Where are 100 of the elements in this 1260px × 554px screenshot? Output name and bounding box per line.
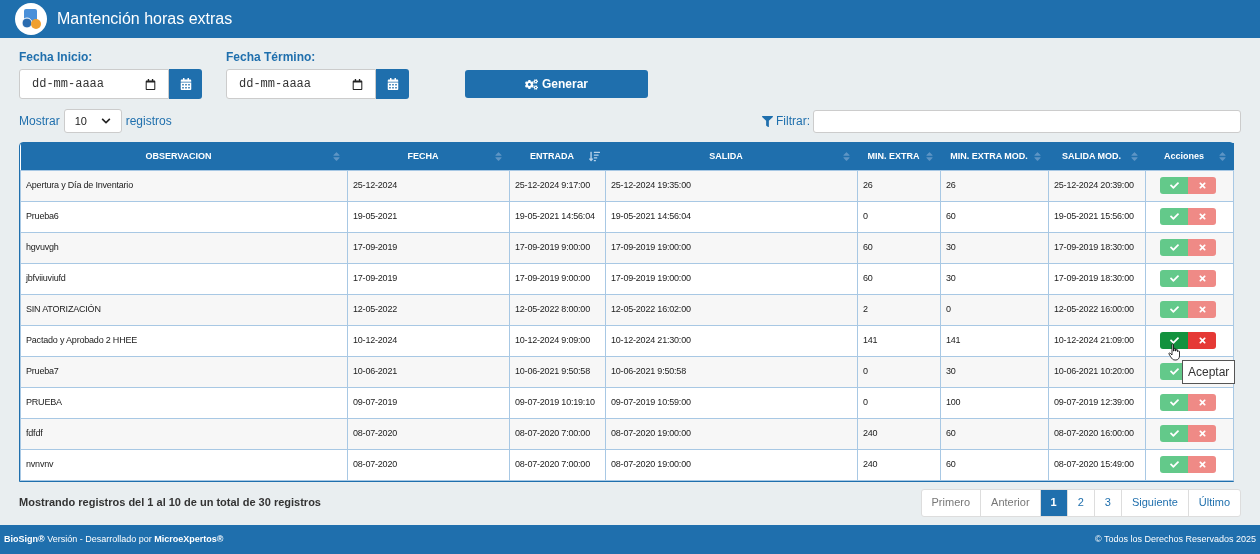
reject-button[interactable] bbox=[1188, 177, 1216, 194]
check-icon bbox=[1169, 429, 1179, 438]
table-cell: 141 bbox=[940, 325, 1049, 356]
table-cell: 09-07-2019 12:39:00 bbox=[1048, 387, 1146, 418]
column-header[interactable]: SALIDA bbox=[605, 143, 858, 170]
page-length-select[interactable]: 10 bbox=[63, 109, 122, 133]
table-cell: 08-07-2020 19:00:00 bbox=[605, 418, 858, 449]
table-cell: 26 bbox=[940, 170, 1049, 201]
check-icon bbox=[1169, 212, 1179, 221]
accept-button[interactable] bbox=[1160, 332, 1188, 349]
field-label: Fecha Término: bbox=[226, 49, 317, 66]
page-button[interactable]: Siguiente bbox=[1120, 489, 1188, 516]
column-header[interactable]: OBSERVACION bbox=[20, 143, 348, 170]
sort-icon[interactable] bbox=[492, 150, 504, 162]
table-cell: 60 bbox=[940, 418, 1049, 449]
close-icon bbox=[1197, 398, 1207, 407]
page-button[interactable]: 1 bbox=[1039, 489, 1067, 516]
sort-icon[interactable] bbox=[923, 150, 935, 162]
page-button[interactable]: Último bbox=[1187, 489, 1240, 516]
generate-button[interactable]: Generar bbox=[465, 70, 648, 98]
sort-icon[interactable] bbox=[1128, 150, 1140, 162]
sort-icon[interactable] bbox=[840, 150, 852, 162]
column-header[interactable]: MIN. EXTRA bbox=[857, 143, 941, 170]
table-cell: 12-05-2022 16:02:00 bbox=[605, 294, 858, 325]
table-cell: 08-07-2020 16:00:00 bbox=[1048, 418, 1146, 449]
date-field[interactable]: dd-mm-aaaa bbox=[226, 69, 376, 99]
table-cell: 19-05-2021 14:56:04 bbox=[605, 201, 858, 232]
table-cell: Apertura y Día de Inventario bbox=[20, 170, 348, 201]
table-cell: Prueba7 bbox=[20, 356, 348, 387]
calendar-button[interactable] bbox=[169, 69, 202, 99]
calendar-icon bbox=[179, 78, 192, 90]
calendar-icon[interactable] bbox=[145, 78, 156, 90]
calendar-icon bbox=[386, 78, 399, 90]
table-cell: 19-05-2021 15:56:00 bbox=[1048, 201, 1146, 232]
reject-button[interactable] bbox=[1188, 456, 1216, 473]
reject-button[interactable] bbox=[1188, 208, 1216, 225]
table-cell: 0 bbox=[857, 356, 941, 387]
close-icon bbox=[1197, 460, 1207, 469]
table-cell: 60 bbox=[940, 201, 1049, 232]
close-icon bbox=[1197, 212, 1207, 221]
column-header[interactable]: SALIDA MOD. bbox=[1048, 143, 1146, 170]
calendar-icon[interactable] bbox=[352, 78, 363, 90]
reject-button[interactable] bbox=[1188, 332, 1216, 349]
filter-field[interactable] bbox=[813, 109, 1241, 133]
reject-button[interactable] bbox=[1188, 301, 1216, 318]
table-cell: 240 bbox=[857, 449, 941, 480]
column-header[interactable]: ENTRADA bbox=[509, 143, 606, 170]
copyright-text: © Todos los Derechos Reservados 2025 bbox=[1094, 532, 1256, 546]
filter-label: Filtrar: bbox=[776, 113, 810, 130]
check-icon bbox=[1169, 460, 1179, 469]
column-header[interactable]: MIN. EXTRA MOD. bbox=[940, 143, 1049, 170]
check-icon bbox=[1169, 305, 1179, 314]
check-icon bbox=[1169, 336, 1179, 345]
table-cell: 08-07-2020 7:00:00 bbox=[509, 418, 606, 449]
sort-icon[interactable] bbox=[1031, 150, 1043, 162]
column-header[interactable]: Acciones bbox=[1145, 143, 1234, 170]
table-cell: 10-06-2021 10:20:00 bbox=[1048, 356, 1146, 387]
table-cell: SIN ATORIZACIÓN bbox=[20, 294, 348, 325]
reject-button[interactable] bbox=[1188, 239, 1216, 256]
sort-icon[interactable] bbox=[1216, 150, 1228, 162]
chevron-icon bbox=[100, 116, 111, 126]
sort-icon[interactable] bbox=[588, 150, 600, 162]
close-icon bbox=[1197, 305, 1207, 314]
table-cell: 17-09-2019 18:30:00 bbox=[1048, 232, 1146, 263]
filter-icon bbox=[762, 115, 773, 127]
table-cell: 25-12-2024 20:39:00 bbox=[1048, 170, 1146, 201]
table-cell: jbfviiuviufd bbox=[20, 263, 348, 294]
table-cell: 17-09-2019 bbox=[347, 232, 510, 263]
table-cell: 30 bbox=[940, 232, 1049, 263]
table-cell: 25-12-2024 bbox=[347, 170, 510, 201]
table-cell: 19-05-2021 bbox=[347, 201, 510, 232]
table-cell: 17-09-2019 9:00:00 bbox=[509, 232, 606, 263]
page-title: Mantención horas extras bbox=[57, 9, 233, 29]
check-icon bbox=[1169, 398, 1179, 407]
table-cell: 60 bbox=[857, 232, 941, 263]
table-cell: 2 bbox=[857, 294, 941, 325]
close-icon bbox=[1197, 274, 1207, 283]
table-cell: 10-12-2024 21:30:00 bbox=[605, 325, 858, 356]
close-icon bbox=[1197, 336, 1207, 345]
table-cell: 100 bbox=[940, 387, 1049, 418]
table-cell: 10-12-2024 9:09:00 bbox=[509, 325, 606, 356]
table-cell: 0 bbox=[940, 294, 1049, 325]
column-header[interactable]: FECHA bbox=[347, 143, 510, 170]
table-cell: 25-12-2024 19:35:00 bbox=[605, 170, 858, 201]
table-cell: 0 bbox=[857, 387, 941, 418]
reject-button[interactable] bbox=[1188, 394, 1216, 411]
reject-button[interactable] bbox=[1188, 270, 1216, 287]
page-button[interactable]: 3 bbox=[1093, 489, 1121, 516]
reject-button[interactable] bbox=[1188, 425, 1216, 442]
table-cell: 19-05-2021 14:56:04 bbox=[509, 201, 606, 232]
sort-icon[interactable] bbox=[330, 150, 342, 162]
page-button[interactable]: 2 bbox=[1066, 489, 1094, 516]
table-cell: 17-09-2019 19:00:00 bbox=[605, 232, 858, 263]
table-info: Mostrando registros del 1 al 10 de un total de 30 registros bbox=[19, 495, 321, 511]
calendar-button[interactable] bbox=[376, 69, 409, 99]
table-cell: 60 bbox=[940, 449, 1049, 480]
close-icon bbox=[1197, 181, 1207, 190]
date-field[interactable]: dd-mm-aaaa bbox=[19, 69, 169, 99]
table-cell: 08-07-2020 7:00:00 bbox=[509, 449, 606, 480]
table-cell: 10-12-2024 21:09:00 bbox=[1048, 325, 1146, 356]
